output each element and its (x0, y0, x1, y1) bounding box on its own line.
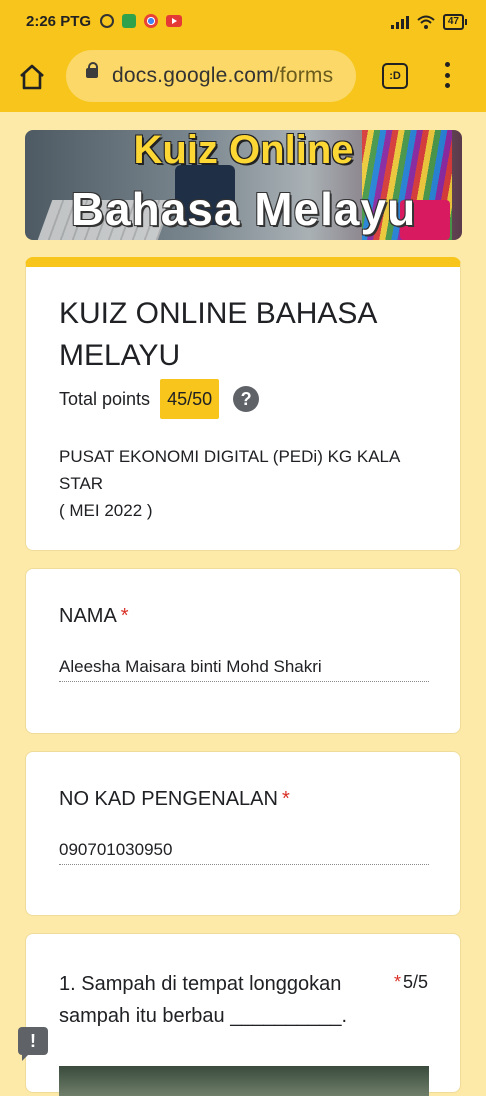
question-score: * 5/5 (393, 972, 428, 992)
url-text[interactable]: docs.google.com/forms (112, 64, 333, 88)
form-header-image: Kuiz Online Bahasa Melayu (25, 130, 462, 240)
banner-title-line2: Bahasa Melayu (70, 183, 417, 235)
address-bar[interactable]: docs.google.com/forms (66, 50, 356, 102)
question-label: NAMA * (59, 605, 129, 627)
status-time: 2:26 PTG (26, 13, 92, 30)
total-points-label: Total points (59, 388, 151, 409)
system-icons: 47 (390, 14, 468, 30)
answer-field: Aleesha Maisara binti Mohd Shakri (59, 657, 429, 682)
chrome-icon (144, 14, 158, 28)
question-label: NO KAD PENGENALAN * (59, 788, 290, 810)
question-card-nama: NAMA * Aleesha Maisara binti Mohd Shakri (25, 568, 461, 734)
question-image (59, 1066, 429, 1096)
form-title: KUIZ ONLINE BAHASA MELAYU (59, 297, 376, 372)
question-card-ic: NO KAD PENGENALAN * 090701030950 (25, 751, 461, 916)
help-icon[interactable]: ? (233, 386, 260, 412)
question-text: 1. Sampah di tempat longgokan sampah itu… (59, 973, 348, 1027)
youtube-icon (166, 15, 182, 27)
tabs-button[interactable]: :D (382, 63, 408, 89)
signal-icon (390, 15, 409, 29)
battery-icon: 47 (442, 14, 468, 30)
form-header-card: KUIZ ONLINE BAHASA MELAYU Total points 4… (25, 257, 461, 551)
total-points-badge: 45/50 (160, 379, 220, 419)
form-description: PUSAT EKONOMI DIGITAL (PEDi) KG KALA STA… (59, 447, 400, 520)
browser-toolbar: docs.google.com/forms :D (0, 46, 486, 112)
overflow-menu-icon[interactable] (440, 60, 454, 90)
required-asterisk: * (281, 788, 290, 810)
app-notification-icon (122, 14, 136, 28)
notification-icons (100, 14, 182, 28)
question-card-1: 1. Sampah di tempat longgokan sampah itu… (25, 933, 461, 1096)
answer-field: 090701030950 (59, 840, 429, 865)
home-icon[interactable] (16, 61, 48, 93)
lock-icon (86, 62, 98, 78)
required-asterisk: * (120, 605, 129, 627)
total-points-row: Total points 45/50 ? (59, 379, 260, 419)
wifi-icon (417, 15, 435, 29)
alarm-icon (100, 14, 114, 28)
status-bar: 2:26 PTG 47 (0, 0, 486, 46)
banner-title-line1: Kuiz Online (133, 130, 354, 172)
feedback-icon[interactable]: ! (18, 1027, 48, 1061)
